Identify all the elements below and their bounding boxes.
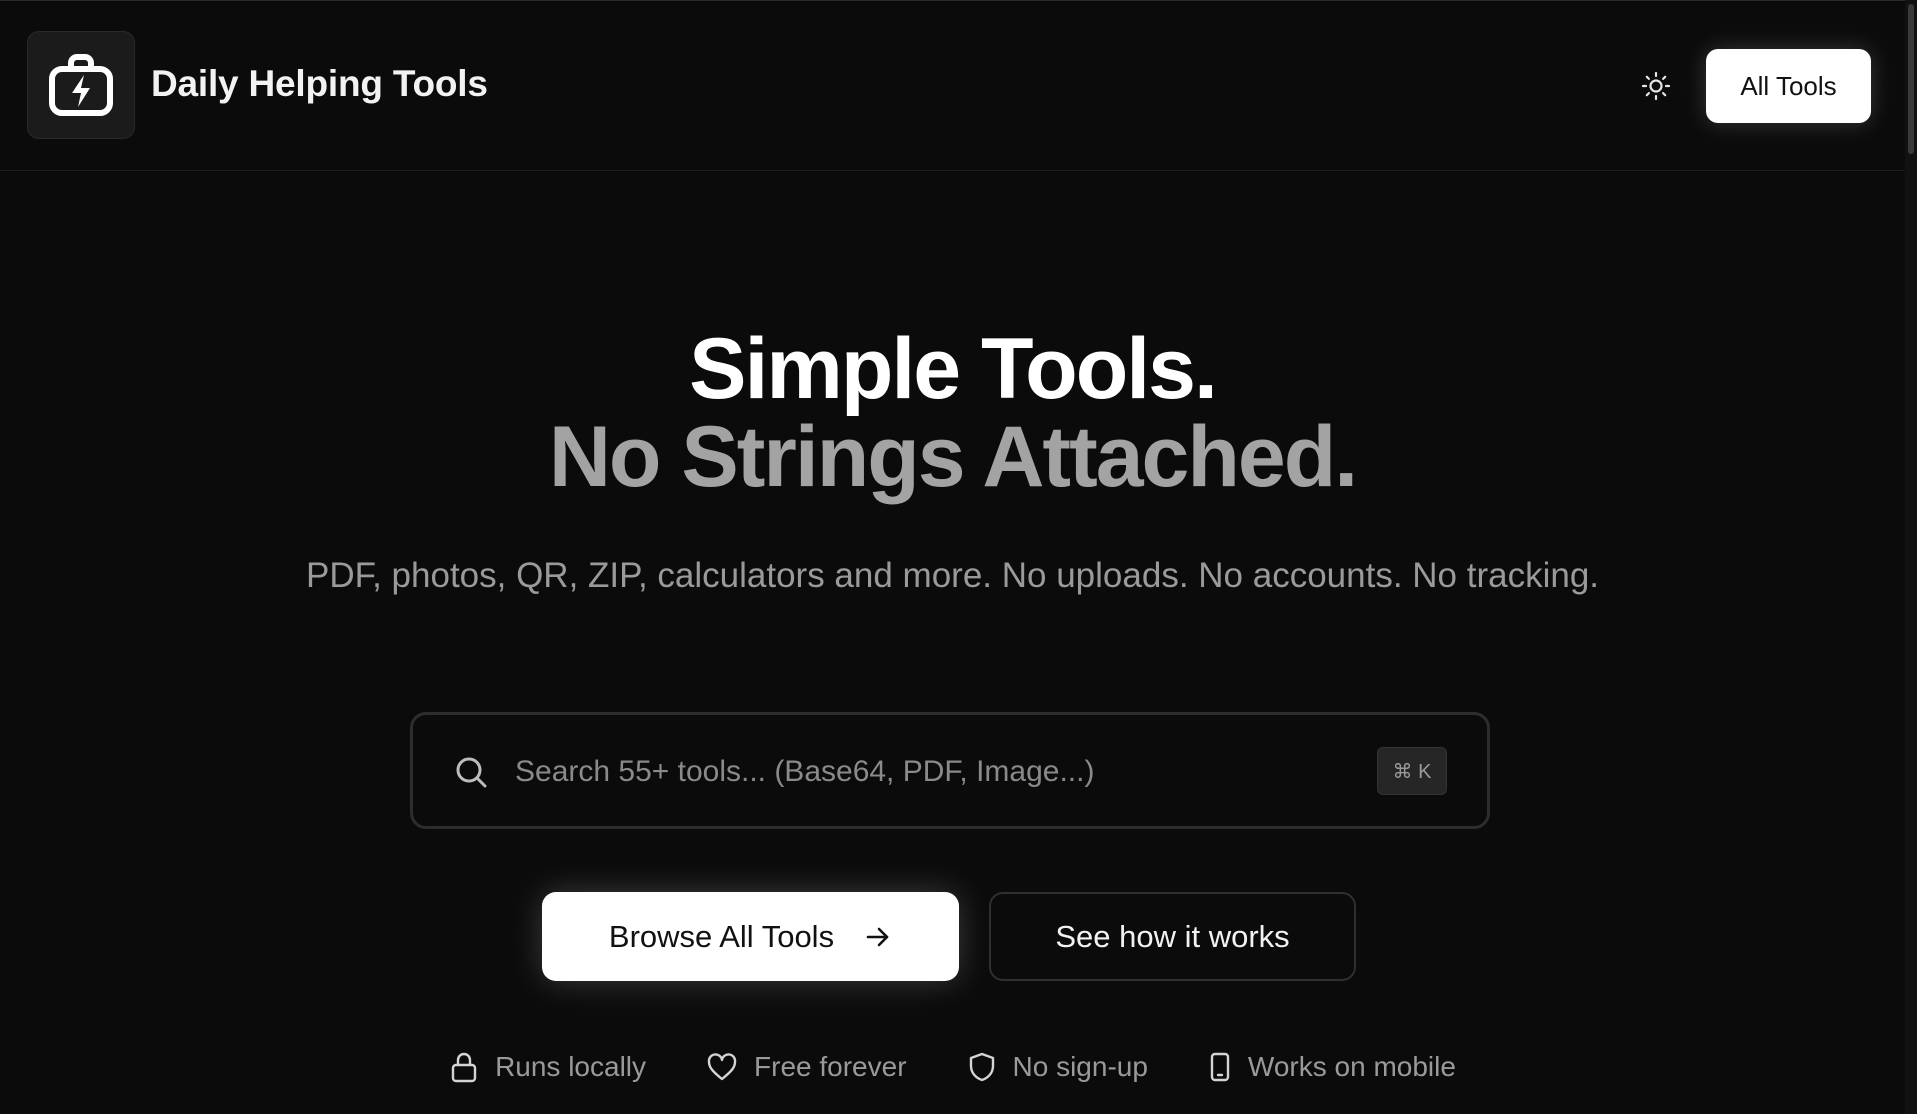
feature-list: Runs locally Free forever No sign-up Wor…	[0, 1051, 1905, 1083]
arrow-right-icon	[866, 927, 889, 946]
brand-name[interactable]: Daily Helping Tools	[151, 63, 488, 105]
feature-label: Runs locally	[495, 1051, 647, 1082]
scrollbar-thumb[interactable]	[1908, 4, 1914, 154]
shield-icon	[969, 1052, 994, 1082]
search-icon	[456, 757, 487, 788]
search-box[interactable]: ⌘ K	[410, 712, 1490, 829]
toolbox-bolt-icon	[49, 54, 113, 116]
feature-label: Works on mobile	[1247, 1051, 1456, 1082]
heart-icon	[707, 1053, 737, 1081]
feature-no-sign-up: No sign-up	[967, 1051, 1148, 1083]
see-how-it-works-button[interactable]: See how it works	[989, 892, 1356, 981]
hero-subtitle: PDF, photos, QR, ZIP, calculators and mo…	[305, 556, 1600, 595]
feature-free-forever: Free forever	[706, 1051, 907, 1083]
theme-toggle-button[interactable]	[1636, 66, 1676, 106]
feature-label: No sign-up	[1012, 1051, 1148, 1082]
search-input[interactable]	[513, 715, 1357, 828]
feature-label: Free forever	[754, 1051, 907, 1082]
hero-title-line1: Simple Tools.	[689, 321, 1218, 417]
browse-all-tools-label: Browse All Tools	[608, 918, 835, 954]
scrollbar[interactable]	[1905, 0, 1917, 1114]
hero-title-line2: No Strings Attached.	[548, 409, 1358, 505]
feature-runs-locally: Runs locally	[449, 1051, 646, 1083]
logo[interactable]	[27, 31, 135, 139]
smartphone-icon	[1210, 1052, 1230, 1082]
keyboard-shortcut-hint: ⌘ K	[1377, 747, 1447, 795]
sun-icon	[1641, 71, 1671, 101]
all-tools-button[interactable]: All Tools	[1706, 49, 1871, 123]
page: Daily Helping Tools All Tools Simple Too…	[0, 0, 1905, 1114]
feature-works-on-mobile: Works on mobile	[1208, 1051, 1456, 1083]
browse-all-tools-button[interactable]: Browse All Tools	[542, 892, 959, 981]
site-header: Daily Helping Tools All Tools	[0, 1, 1905, 171]
lock-icon	[451, 1052, 477, 1083]
